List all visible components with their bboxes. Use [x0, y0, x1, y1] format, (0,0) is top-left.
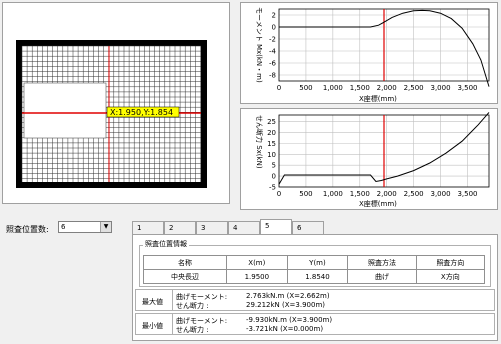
- position-count-select[interactable]: 6 ▼: [58, 221, 112, 233]
- table-row[interactable]: 中央長辺 1.9500 1.8540 曲げ X方向: [143, 269, 486, 284]
- shear-y-tick-label: -5: [269, 184, 276, 192]
- max-section: 最大値 曲げモーメント: 2.763kN.m (X=2.662m) せん断力 :…: [135, 289, 495, 311]
- chevron-down-icon[interactable]: ▼: [100, 222, 111, 232]
- shear-y-tick-label: 0: [272, 173, 276, 181]
- max-moment-value: 2.763kN.m (X=2.662m): [246, 292, 330, 300]
- info-group-title: 照査位置情報: [143, 239, 189, 249]
- header-name: 名称: [143, 255, 227, 270]
- header-x: X(m): [226, 255, 288, 270]
- tab-1[interactable]: 1: [132, 221, 164, 234]
- moment-x-tick-label: 2,000: [377, 84, 397, 92]
- shear-x-axis-label: X座標(mm): [359, 199, 397, 208]
- max-shear-name: せん断力 :: [176, 302, 209, 310]
- min-shear-value: -3.721kN (X=0.000m): [246, 325, 324, 333]
- moment-x-axis-label: X座標(mm): [359, 94, 397, 103]
- mesh-view-panel[interactable]: X:1.950,Y:1.854: [2, 2, 230, 204]
- shear-y-tick-label: 15: [267, 140, 276, 148]
- shear-y-tick-label: 5: [272, 162, 276, 170]
- shear-x-tick-label: 2,000: [377, 190, 397, 198]
- moment-y-axis-label: モーメント Mx(kN・m): [255, 7, 263, 83]
- moment-y-tick-label: -8: [269, 72, 276, 80]
- moment-chart: モーメント Mx(kN・m) X座標(mm) 20-2-4-6-80 500 1,0…: [255, 7, 490, 103]
- cell-direction: X方向: [415, 269, 486, 284]
- divider: [172, 314, 173, 334]
- header-y: Y(m): [286, 255, 349, 270]
- tab-6[interactable]: 6: [292, 221, 324, 234]
- max-label: 最大値: [142, 298, 163, 306]
- shear-x-tick-label: 3,000: [431, 190, 451, 198]
- moment-y-tick-label: -2: [269, 36, 276, 44]
- info-table-header: 名称 X(m) Y(m) 照査方法 照査方向: [143, 255, 486, 270]
- shear-x-tick-label: 1,500: [350, 190, 370, 198]
- tab-5[interactable]: 5: [260, 219, 292, 234]
- header-method: 照査方法: [347, 255, 417, 270]
- tab-3[interactable]: 3: [196, 221, 228, 234]
- shear-chart-panel: せん断力 Sx(kN) X座標(mm) 25 20 15 10 5 0 -5 0 500 1,00…: [240, 108, 498, 210]
- tab-2[interactable]: 2: [164, 221, 196, 234]
- moment-y-tick-label: 0: [272, 24, 276, 32]
- min-section: 最小値 曲げモーメント: -9.930kN.m (X=3.900m) せん断力 …: [135, 313, 495, 335]
- cursor-label: X:1.950,Y:1.854: [110, 108, 173, 117]
- moment-x-tick-label: 1,000: [323, 84, 343, 92]
- moment-y-tick-label: -6: [269, 60, 277, 68]
- shear-y-tick-label: 20: [267, 129, 276, 137]
- position-count-label: 照査位置数:: [6, 225, 49, 234]
- moment-y-tick-label: -4: [269, 48, 277, 56]
- header-direction: 照査方向: [415, 255, 486, 270]
- tab-4[interactable]: 4: [228, 221, 260, 234]
- moment-y-tick-label: 2: [272, 12, 276, 20]
- moment-x-tick-label: 3,000: [431, 84, 451, 92]
- shear-y-tick-label: 10: [267, 151, 276, 159]
- tab-content: 照査位置情報 名称 X(m) Y(m) 照査方法 照査方向 中央長辺 1.950…: [132, 234, 498, 341]
- moment-x-tick-label: 0: [277, 84, 281, 92]
- shear-x-tick-label: 2,500: [404, 190, 424, 198]
- position-count-value: 6: [61, 223, 66, 231]
- moment-x-tick-label: 500: [299, 84, 312, 92]
- shear-y-tick-label: 25: [267, 118, 276, 126]
- moment-x-tick-label: 1,500: [350, 84, 370, 92]
- min-label: 最小値: [142, 322, 163, 330]
- shear-x-tick-label: 1,000: [323, 190, 343, 198]
- shear-x-tick-label: 500: [299, 190, 312, 198]
- moment-x-tick-label: 3,500: [457, 84, 477, 92]
- cell-method: 曲げ: [347, 269, 417, 284]
- min-shear-name: せん断力 :: [176, 326, 209, 334]
- cell-y: 1.8540: [286, 269, 349, 284]
- opening: [23, 82, 107, 139]
- shear-x-tick-label: 3,500: [457, 190, 477, 198]
- moment-x-tick-label: 2,500: [404, 84, 424, 92]
- mesh-view[interactable]: X:1.950,Y:1.854: [3, 3, 229, 203]
- moment-chart-panel: モーメント Mx(kN・m) X座標(mm) 2 0 -2 -4 -6 -8 0 500 1,0…: [240, 2, 498, 104]
- cell-x: 1.9500: [226, 269, 288, 284]
- info-table: 名称 X(m) Y(m) 照査方法 照査方向 中央長辺 1.9500 1.854…: [143, 255, 486, 284]
- shear-chart: せん断力 Sx(kN) X座標(mm) 2520151050-50 500 1,00…: [255, 112, 490, 208]
- shear-y-axis-label: せん断力 Sx(kN): [255, 115, 264, 169]
- max-shear-value: 29.212kN (X=3.900m): [246, 301, 325, 309]
- min-moment-value: -9.930kN.m (X=3.900m): [246, 316, 333, 324]
- divider: [172, 290, 173, 310]
- shear-x-tick-label: 0: [277, 190, 281, 198]
- cell-name: 中央長辺: [143, 269, 227, 284]
